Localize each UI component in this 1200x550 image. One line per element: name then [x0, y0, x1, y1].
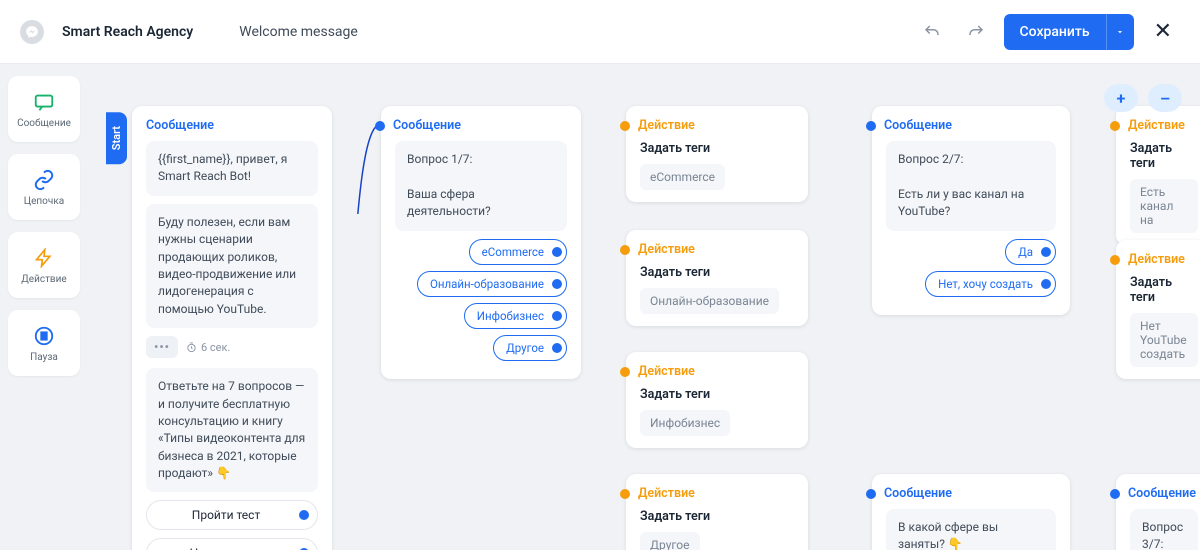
input-port[interactable]: [1110, 255, 1120, 265]
message-bubble: Вопрос 1/7: Ваша сфера деятельности?: [395, 141, 567, 231]
output-port[interactable]: [1041, 247, 1051, 257]
option-button[interactable]: Другое: [493, 335, 567, 361]
option-button[interactable]: Да: [1005, 239, 1056, 265]
flow-name[interactable]: Welcome message: [239, 24, 358, 40]
action-subtitle: Задать теги: [640, 141, 794, 156]
input-port[interactable]: [866, 121, 876, 131]
node-title: Действие: [638, 118, 695, 133]
node-action-tag[interactable]: Действие Задать теги Нет YouTube создать: [1116, 240, 1200, 379]
message-bubble: {{first_name}}, привет, я Smart Reach Bo…: [146, 141, 318, 196]
action-subtitle: Задать теги: [1130, 275, 1198, 305]
message-bubble: Ответьте на 7 вопросов — и получите бесп…: [146, 368, 318, 492]
message-bubble: Вопрос 2/7: Есть ли у вас канал на YouTu…: [886, 141, 1056, 231]
sidebar: Сообщение Цепочка Действие Пауза: [0, 64, 88, 550]
node-title: Сообщение: [146, 118, 214, 133]
output-port[interactable]: [299, 510, 309, 520]
sidebar-item-label: Цепочка: [24, 196, 64, 207]
output-port[interactable]: [552, 311, 562, 321]
save-button-group: Сохранить: [1004, 14, 1134, 50]
node-message-sphere[interactable]: Сообщение В какой сфере вы заняты? 👇: [872, 474, 1070, 550]
node-action-tag[interactable]: Действие Задать теги Онлайн-образование: [626, 230, 808, 326]
save-button[interactable]: Сохранить: [1004, 24, 1106, 40]
tag-value: Другое: [640, 532, 700, 550]
sidebar-item-chain[interactable]: Цепочка: [8, 154, 80, 220]
tag-value: eCommerce: [640, 164, 725, 190]
save-dropdown[interactable]: [1106, 14, 1134, 50]
output-port[interactable]: [552, 279, 562, 289]
message-bubble: В какой сфере вы заняты? 👇: [886, 509, 1056, 550]
sidebar-item-label: Действие: [21, 274, 66, 285]
canvas[interactable]: + –: [88, 64, 1200, 550]
node-title: Действие: [638, 242, 695, 257]
tag-value: Онлайн-образование: [640, 288, 779, 314]
input-port[interactable]: [866, 489, 876, 499]
action-subtitle: Задать теги: [640, 387, 794, 402]
bolt-icon: [32, 246, 56, 270]
node-title: Действие: [638, 486, 695, 501]
action-subtitle: Задать теги: [1130, 141, 1198, 171]
link-icon: [32, 168, 56, 192]
zoom-in-button[interactable]: +: [1104, 84, 1138, 112]
message-bubble: Вопрос 3/7:: [1130, 509, 1198, 550]
output-port[interactable]: [552, 343, 562, 353]
agency-name: Smart Reach Agency: [62, 24, 193, 40]
reply-button[interactable]: Пройти тест: [146, 500, 318, 530]
node-action-tag[interactable]: Действие Задать теги Есть канал на: [1116, 106, 1200, 245]
ellipsis-icon[interactable]: •••: [146, 336, 178, 358]
redo-button[interactable]: [960, 16, 992, 48]
message-icon: [32, 90, 56, 114]
input-port[interactable]: [620, 121, 630, 131]
node-title: Сообщение: [1128, 486, 1196, 501]
tag-value: Инфобизнес: [640, 410, 730, 436]
start-flag: Start: [106, 112, 127, 164]
input-port[interactable]: [375, 121, 385, 131]
input-port[interactable]: [620, 489, 630, 499]
reply-button[interactable]: Нет времени: [146, 538, 318, 550]
node-action-tag[interactable]: Действие Задать теги eCommerce: [626, 106, 808, 202]
option-button[interactable]: Нет, хочу создать: [925, 271, 1056, 297]
node-title: Сообщение: [884, 486, 952, 501]
output-port[interactable]: [1041, 279, 1051, 289]
node-title: Сообщение: [884, 118, 952, 133]
node-message-q1[interactable]: Сообщение Вопрос 1/7: Ваша сфера деятель…: [381, 106, 581, 379]
sidebar-item-pause[interactable]: Пауза: [8, 310, 80, 376]
input-port[interactable]: [620, 245, 630, 255]
undo-button[interactable]: [916, 16, 948, 48]
tag-value: Есть канал на: [1130, 179, 1198, 233]
action-subtitle: Задать теги: [640, 265, 794, 280]
option-button[interactable]: Инфобизнес: [464, 303, 567, 329]
sidebar-item-message[interactable]: Сообщение: [8, 76, 80, 142]
sidebar-item-label: Сообщение: [17, 118, 71, 129]
node-message-start[interactable]: Сообщение {{first_name}}, привет, я Smar…: [132, 106, 332, 550]
zoom-controls: + –: [1104, 84, 1182, 112]
messenger-icon: [20, 20, 44, 44]
node-title: Действие: [638, 364, 695, 379]
input-port[interactable]: [620, 367, 630, 377]
node-action-tag[interactable]: Действие Задать теги Инфобизнес: [626, 352, 808, 448]
output-port[interactable]: [552, 247, 562, 257]
delay-label: 6 сек.: [186, 341, 230, 354]
input-port[interactable]: [1110, 489, 1120, 499]
input-port[interactable]: [1110, 121, 1120, 131]
pause-icon: [32, 324, 56, 348]
option-button[interactable]: Онлайн-образование: [417, 271, 567, 297]
node-action-tag[interactable]: Действие Задать теги Другое: [626, 474, 808, 550]
topbar: Smart Reach Agency Welcome message Сохра…: [0, 0, 1200, 64]
sidebar-item-action[interactable]: Действие: [8, 232, 80, 298]
message-bubble: Буду полезен, если вам нужны сценарии пр…: [146, 204, 318, 328]
node-title: Действие: [1128, 252, 1185, 267]
node-title: Действие: [1128, 118, 1185, 133]
node-message-q3[interactable]: Сообщение Вопрос 3/7:: [1116, 474, 1200, 550]
action-subtitle: Задать теги: [640, 509, 794, 524]
sidebar-item-label: Пауза: [30, 352, 58, 363]
node-message-q2[interactable]: Сообщение Вопрос 2/7: Есть ли у вас кана…: [872, 106, 1070, 315]
node-title: Сообщение: [393, 118, 461, 133]
close-button[interactable]: ✕: [1146, 15, 1180, 48]
option-button[interactable]: eCommerce: [469, 239, 567, 265]
tag-value: Нет YouTube создать: [1130, 313, 1198, 367]
zoom-out-button[interactable]: –: [1148, 84, 1182, 112]
